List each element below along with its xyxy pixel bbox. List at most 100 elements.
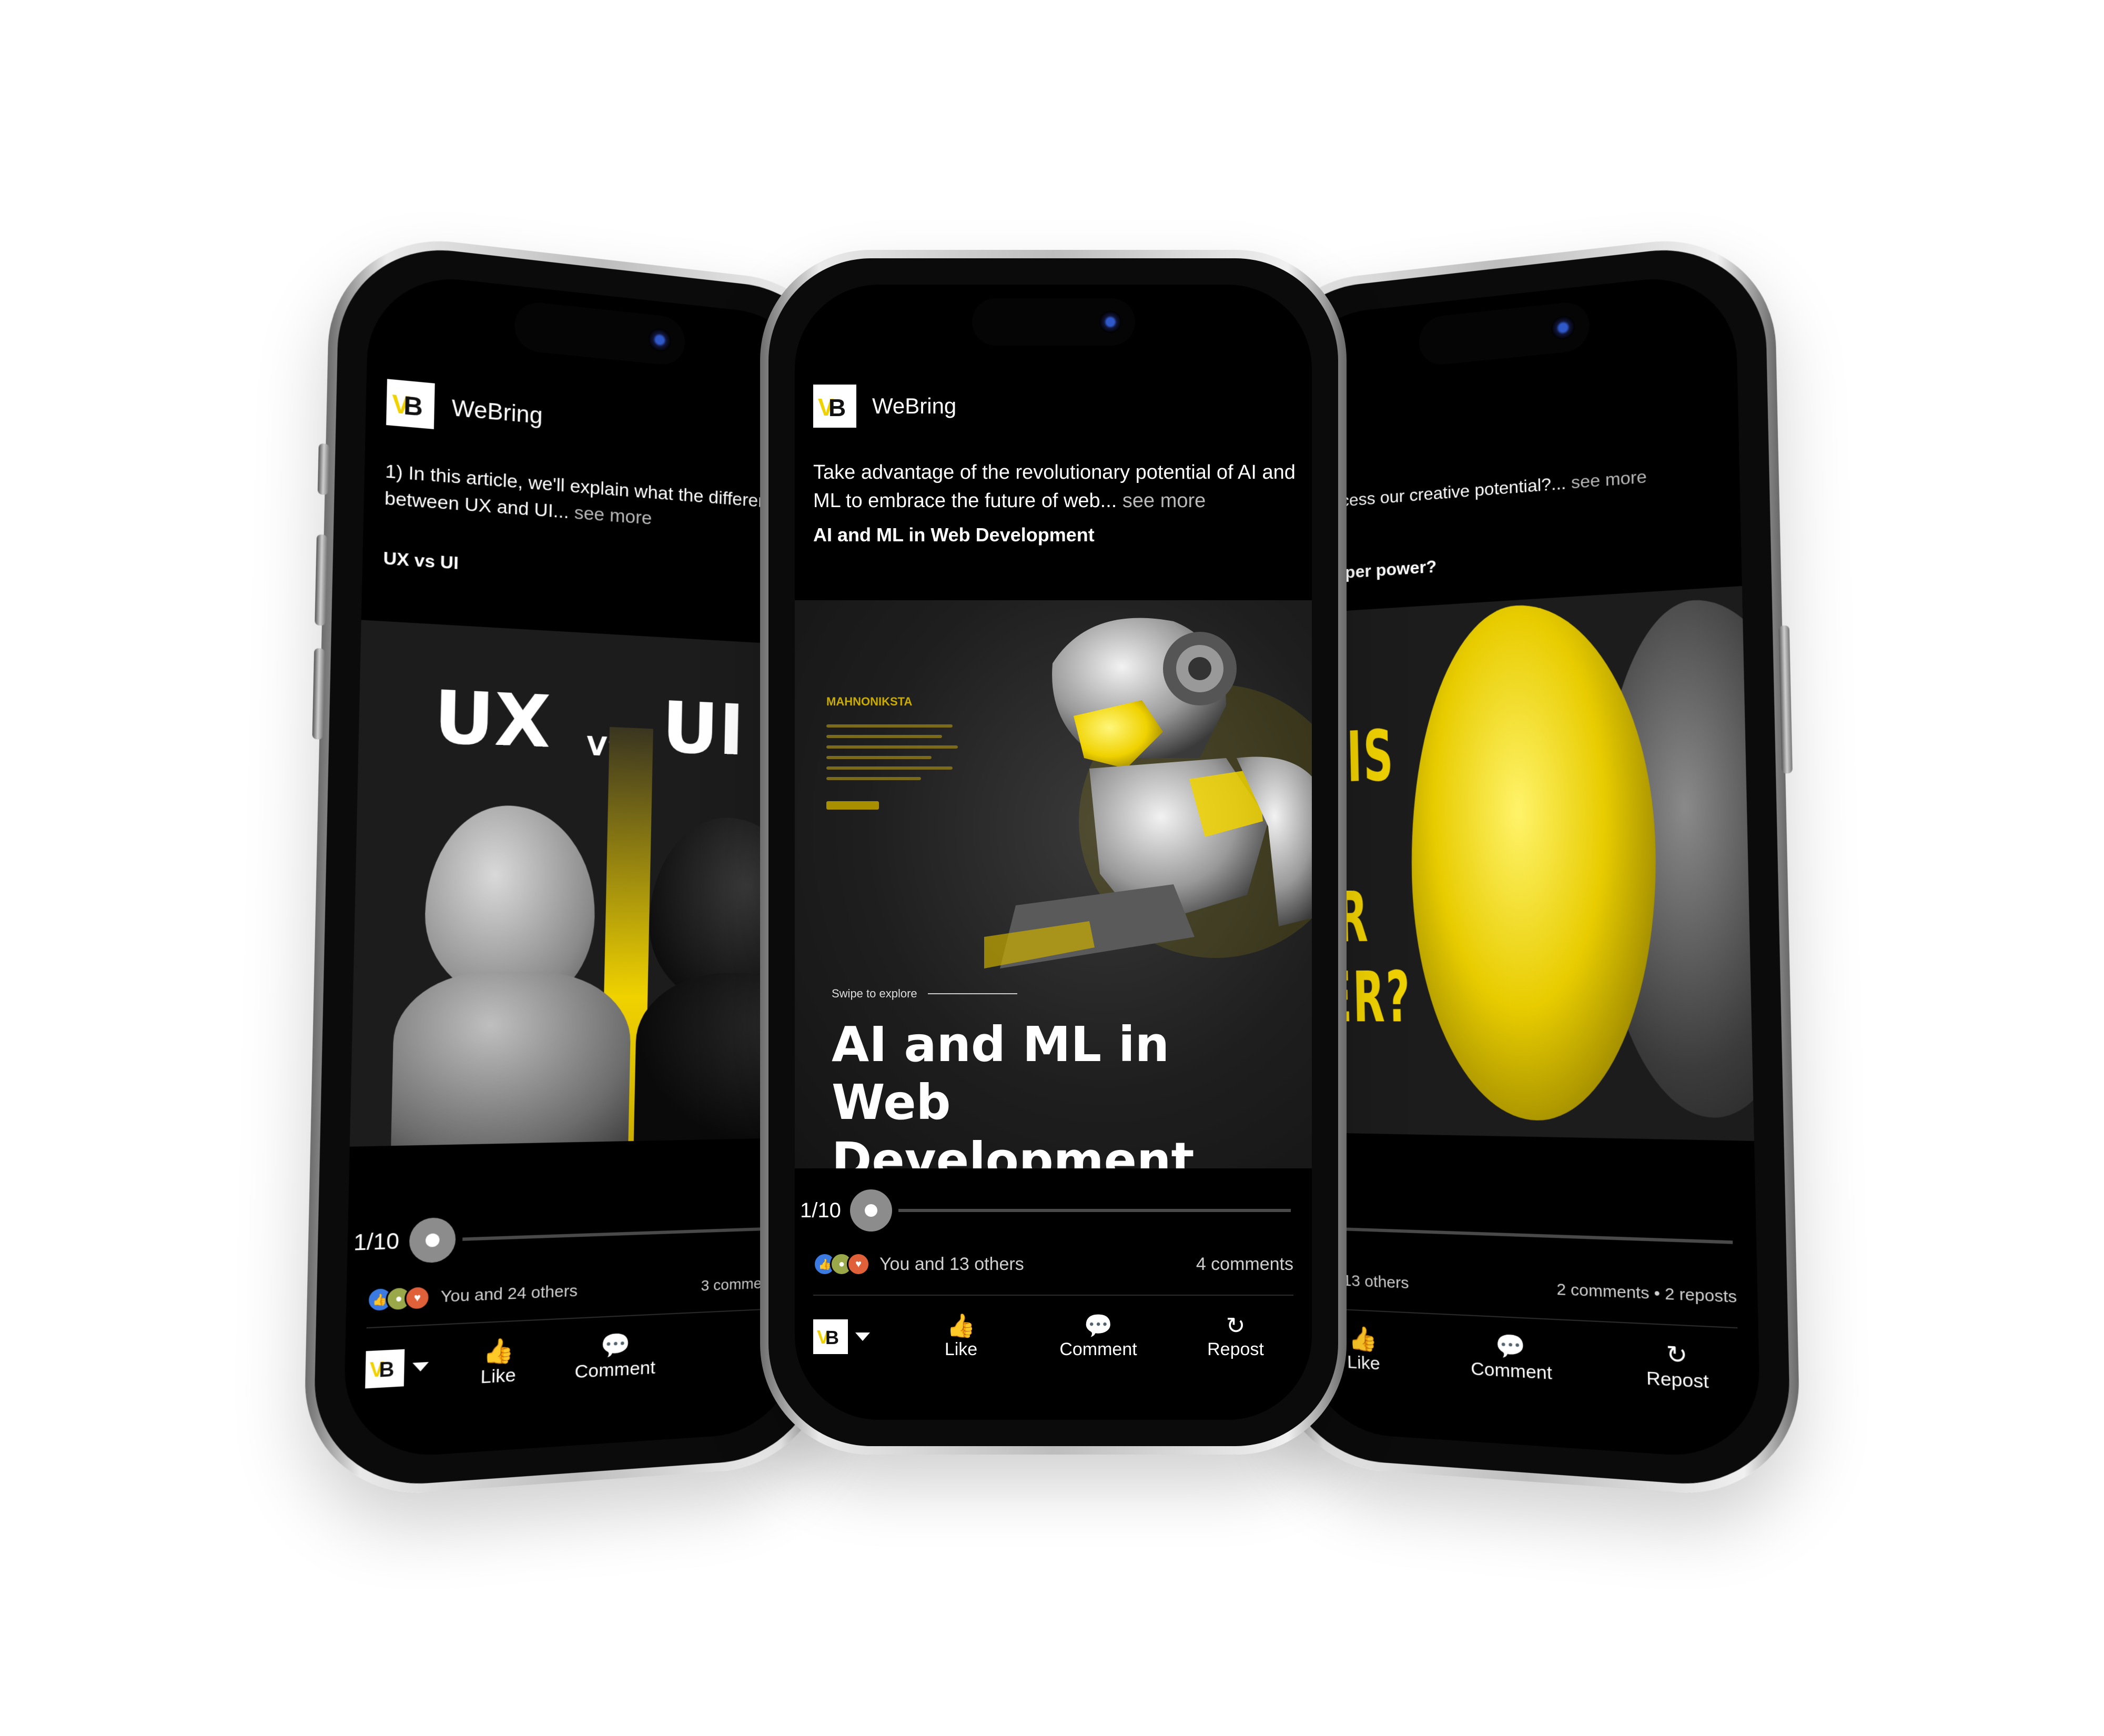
doc-line	[826, 777, 921, 780]
slide-heading: UX VS UI	[358, 671, 812, 774]
comment-button[interactable]: 💬 Comment	[1450, 1330, 1572, 1386]
identity-selector[interactable]: VB	[813, 1319, 882, 1354]
identity-selector[interactable]: VB	[365, 1347, 442, 1388]
pager-track[interactable]	[898, 1209, 1291, 1212]
post-text: 1) In this article, we'll explain what t…	[385, 458, 804, 542]
comment-icon: 💬	[1084, 1313, 1113, 1339]
document-illustration: MAHNONIKSTA	[816, 642, 974, 863]
carousel-slide[interactable]: MAHNONIKSTA Swipe to explore AI and ML i…	[795, 600, 1312, 1168]
dynamic-island	[1418, 300, 1590, 367]
camera-icon	[1551, 315, 1575, 341]
love-reaction-icon: ♥	[404, 1285, 431, 1311]
like-label: Like	[944, 1339, 978, 1359]
love-reaction-icon: ♥	[847, 1253, 870, 1276]
thumbs-up-icon: 👍	[483, 1337, 515, 1366]
action-bar: 👍 Like 💬 Comment ↻ Repost	[1316, 1324, 1742, 1395]
action-bar: VB 👍 Like 💬 Comment ↻ Repost	[813, 1313, 1293, 1360]
repost-icon: ↻	[1226, 1313, 1246, 1339]
slide-pager[interactable]: 1/10	[353, 1207, 780, 1266]
camera-icon	[1099, 311, 1121, 333]
repost-label: Repost	[1207, 1339, 1264, 1359]
swipe-text: Swipe to explore	[832, 987, 917, 1000]
comment-button[interactable]: 💬 Comment	[554, 1329, 676, 1384]
post-title: AI and ML in Web Development	[813, 524, 1095, 546]
pager-track[interactable]	[1298, 1226, 1733, 1244]
doc-line	[826, 724, 953, 728]
post-text: Take advantage of the revolutionary pote…	[813, 458, 1308, 515]
pager-count: 1/10	[800, 1198, 841, 1222]
post-header[interactable]: VB WeBring	[813, 385, 956, 428]
action-bar: VB 👍 Like 💬 Comment	[365, 1324, 781, 1395]
reactions-text: You and 24 others	[440, 1281, 578, 1306]
caret-down-icon	[855, 1332, 870, 1341]
carousel-slide[interactable]: UX VS UI	[349, 620, 813, 1147]
like-button[interactable]: 👍 Like	[441, 1335, 555, 1390]
comments-count[interactable]: 2 comments • 2 reposts	[1556, 1280, 1737, 1307]
bezel: VB WeBring Take advantage of the revolut…	[768, 258, 1338, 1446]
brand-logo: VB	[813, 385, 856, 428]
power-button	[1778, 625, 1793, 774]
doc-button	[826, 801, 879, 810]
comment-icon: 💬	[600, 1331, 631, 1360]
screen: VB WeBring 1) In this article, we'll exp…	[342, 269, 820, 1461]
doc-line	[826, 735, 942, 738]
doc-line	[826, 766, 953, 770]
doc-line	[826, 756, 932, 759]
thumbs-up-icon: 👍	[946, 1313, 976, 1339]
carousel-slide[interactable]: AT IS UR PER WER?	[1291, 586, 1754, 1141]
repost-label: Repost	[1646, 1367, 1709, 1392]
dynamic-island	[514, 300, 686, 367]
see-more-link[interactable]: see more	[574, 502, 652, 529]
volume-up-button	[315, 534, 328, 626]
repost-button[interactable]: ↻ Repost	[1613, 1338, 1742, 1395]
comment-label: Comment	[1059, 1339, 1137, 1359]
dynamic-island	[972, 298, 1135, 346]
brand-name[interactable]: WeBring	[451, 395, 543, 429]
repost-button[interactable]: ↻ Repost	[1178, 1313, 1293, 1360]
like-label: Like	[480, 1365, 517, 1388]
brand-logo-small: VB	[365, 1349, 405, 1388]
caret-down-icon	[412, 1361, 429, 1372]
divider	[1300, 1307, 1738, 1329]
slide-headline: AI and ML in Web Development	[832, 1016, 1195, 1168]
volume-down-button	[312, 648, 325, 740]
repost-icon: ↻	[1666, 1340, 1688, 1370]
brand-logo: VB	[386, 379, 435, 429]
doc-line	[826, 745, 958, 749]
slide-pager[interactable]: 1/10	[800, 1189, 1291, 1232]
screen: VB WeBring Take advantage of the revolut…	[795, 285, 1312, 1420]
swipe-hint: Swipe to explore	[832, 987, 1017, 1001]
brand-logo-small: VB	[813, 1319, 848, 1354]
yellow-brain-image	[1406, 597, 1662, 1123]
comments-count[interactable]: 4 comments	[1196, 1254, 1293, 1275]
pager-knob[interactable]	[409, 1217, 457, 1264]
camera-icon	[648, 327, 672, 352]
comment-label: Comment	[574, 1357, 656, 1382]
ux-label: UX	[433, 674, 552, 764]
doc-heading: MAHNONIKSTA	[826, 695, 913, 708]
reactions-text: You and 13 others	[879, 1254, 1024, 1274]
social-counts: 👍 ● ♥ You and 24 others 3 comments	[367, 1271, 782, 1313]
thumbs-up-icon: 👍	[1348, 1325, 1378, 1353]
divider	[366, 1308, 781, 1329]
social-counts: 👍 ● ♥ You and 13 others 4 comments	[813, 1253, 1293, 1276]
reaction-summary[interactable]: 👍 ● ♥ You and 24 others	[367, 1279, 578, 1313]
ui-label: UI	[661, 685, 745, 771]
post-header[interactable]: VB WeBring	[386, 379, 543, 438]
silent-switch	[317, 443, 330, 496]
pager-knob[interactable]	[850, 1189, 892, 1232]
post-body: Take advantage of the revolutionary pote…	[813, 461, 1296, 512]
comment-icon: 💬	[1495, 1332, 1526, 1361]
like-button[interactable]: 👍 Like	[903, 1313, 1019, 1360]
brand-name[interactable]: WeBring	[872, 393, 956, 419]
pager-count: 1/10	[353, 1228, 400, 1255]
white-shoulders-image	[391, 971, 632, 1147]
slide-pager[interactable]	[1298, 1206, 1733, 1265]
post-text: n we access our creative potential?... s…	[1285, 458, 1712, 517]
reaction-summary[interactable]: 👍 ● ♥ You and 13 others	[813, 1253, 1024, 1276]
see-more-link[interactable]: see more	[1122, 490, 1206, 512]
see-more-link[interactable]: see more	[1571, 467, 1647, 492]
pager-track[interactable]	[462, 1227, 780, 1241]
comment-button[interactable]: 💬 Comment	[1040, 1313, 1156, 1360]
social-counts: u and 13 others 2 comments • 2 reposts	[1299, 1270, 1737, 1307]
